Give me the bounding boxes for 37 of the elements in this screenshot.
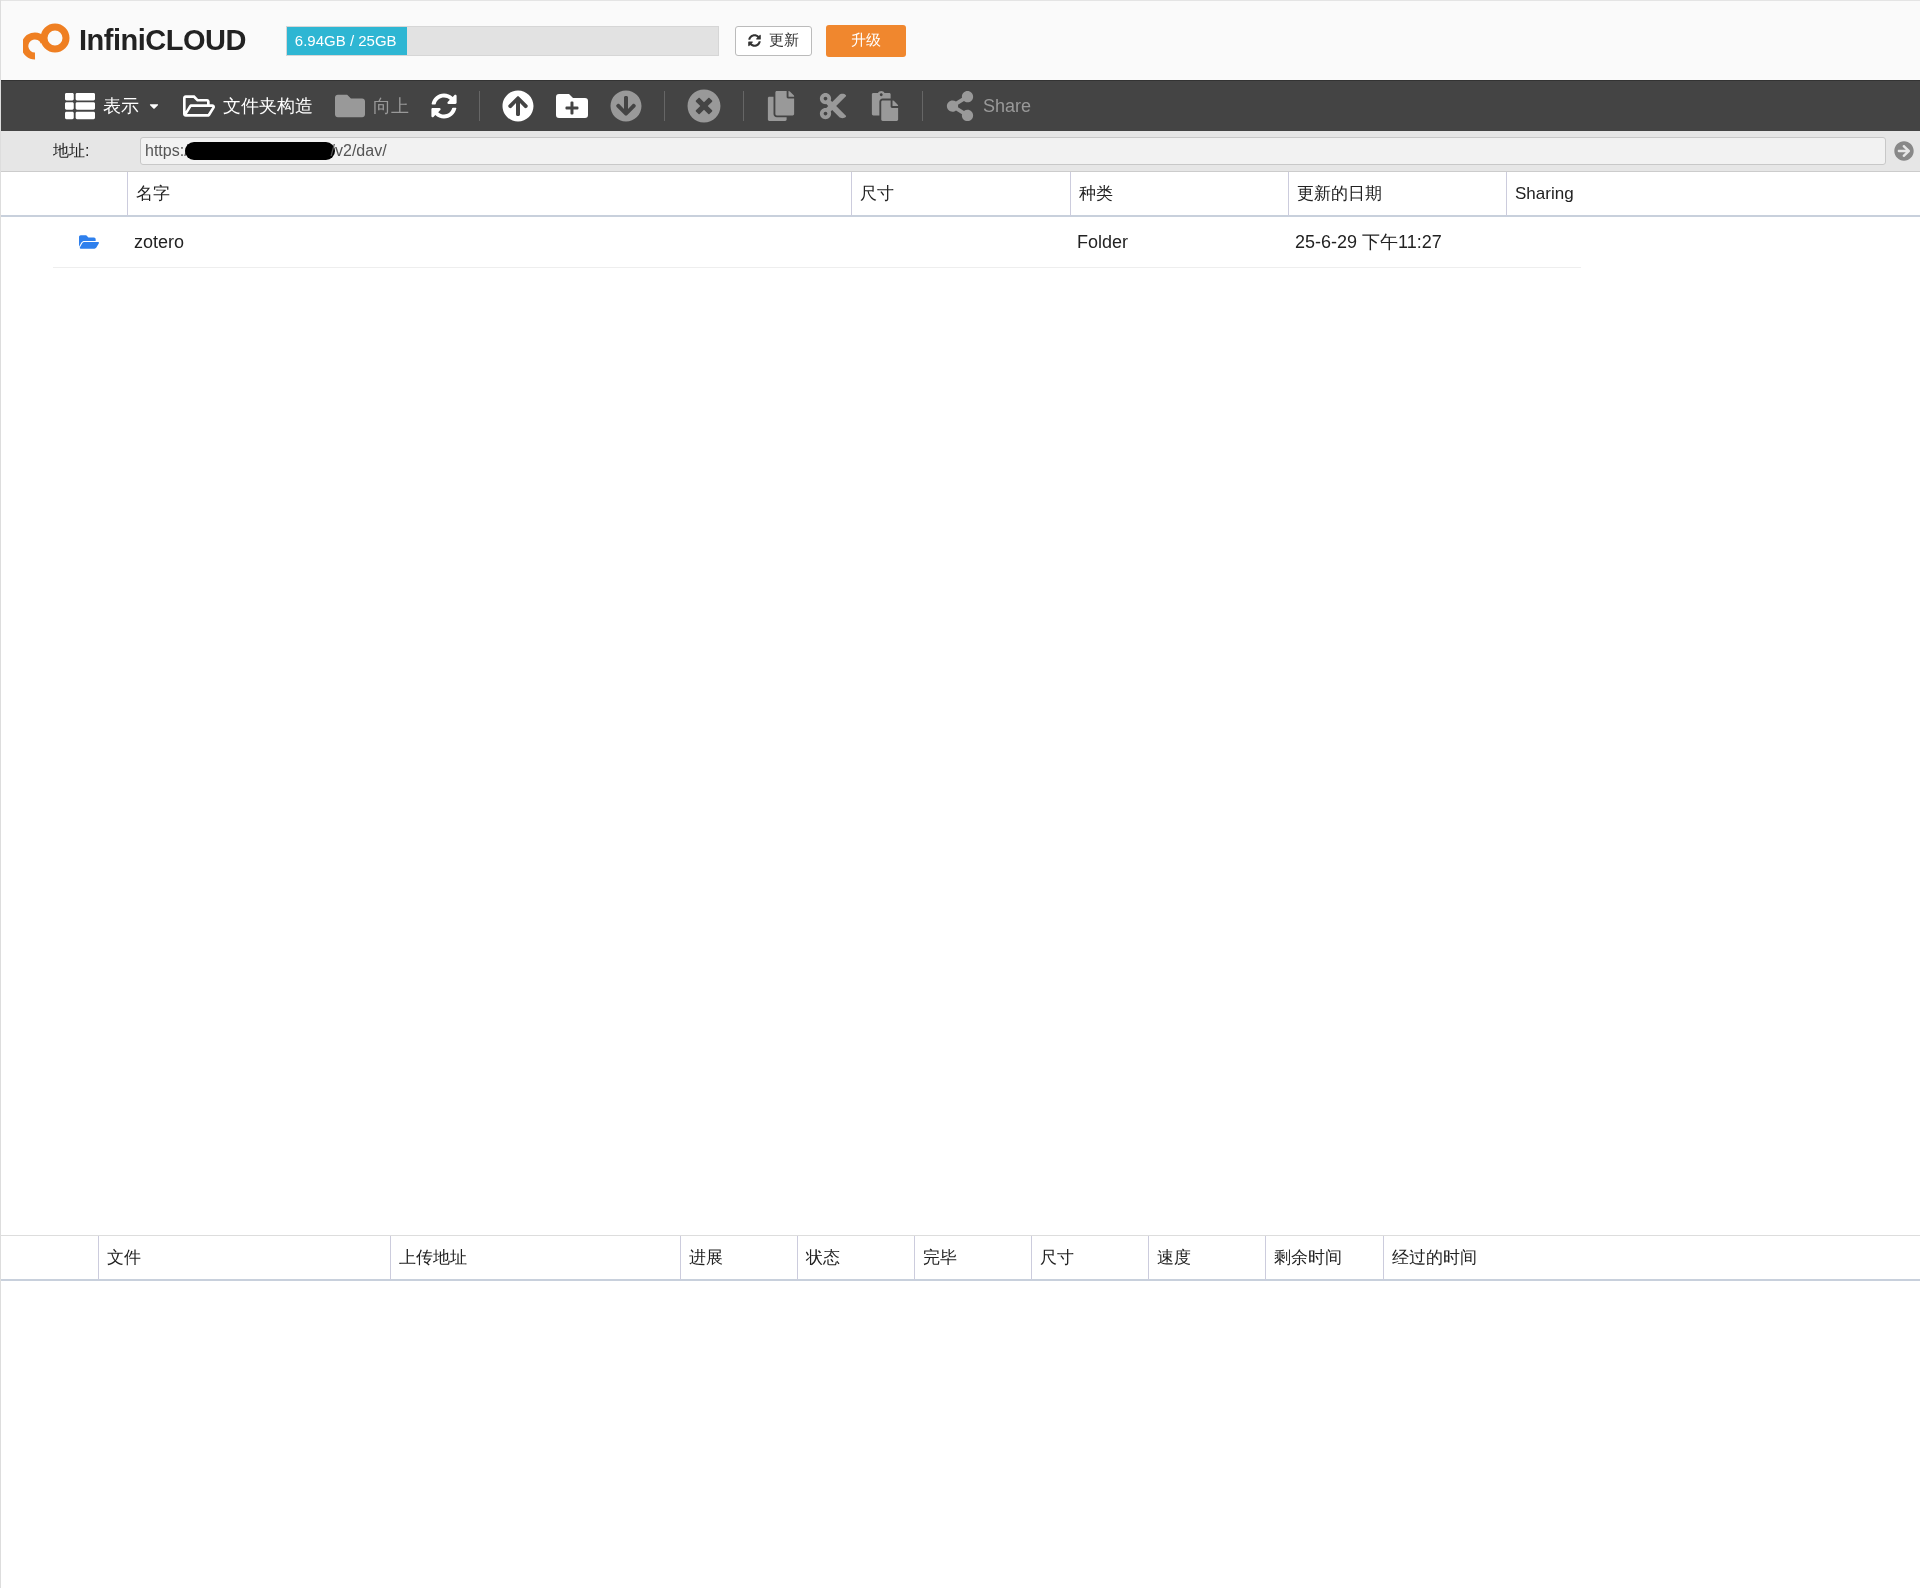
refresh-icon <box>431 93 457 119</box>
column-header[interactable]: Sharing <box>1506 172 1587 217</box>
column-header[interactable]: 上传地址 <box>390 1236 680 1281</box>
download-icon <box>610 90 642 122</box>
file-name[interactable]: zotero <box>128 231 852 253</box>
column-header[interactable]: 文件 <box>98 1236 390 1281</box>
refresh-button[interactable] <box>431 93 457 119</box>
column-header[interactable]: 名字 <box>127 172 851 217</box>
share-icon <box>945 91 975 121</box>
storage-text: 6.94GB / 25GB <box>294 31 397 49</box>
go-icon[interactable] <box>1894 141 1914 161</box>
upload-button[interactable] <box>502 90 534 122</box>
file-type: Folder <box>1076 231 1130 253</box>
clipboard-icon <box>870 91 900 121</box>
upload-icon <box>502 90 534 122</box>
address-label: 地址: <box>53 140 91 161</box>
column-header[interactable]: 种类 <box>1070 172 1288 217</box>
scissors-icon <box>818 91 848 121</box>
column-header[interactable]: 经过的时间 <box>1383 1236 1528 1281</box>
column-header[interactable]: 尺寸 <box>851 172 1070 217</box>
delete-icon <box>687 89 721 123</box>
view-button[interactable]: 表示 <box>65 91 161 121</box>
column-header[interactable]: 进展 <box>680 1236 797 1281</box>
refresh-icon <box>747 34 761 47</box>
column-header[interactable]: 速度 <box>1148 1236 1265 1281</box>
folder-icon <box>79 232 99 252</box>
folders-button[interactable]: 文件夹构造 <box>183 90 313 122</box>
logo-text: InfiniCLOUD <box>79 24 246 57</box>
column-header[interactable]: 更新的日期 <box>1288 172 1506 217</box>
column-header[interactable]: 剩余时间 <box>1265 1236 1383 1281</box>
column-header[interactable]: 尺寸 <box>1031 1236 1148 1281</box>
refresh-button[interactable]: 更新 <box>734 25 812 56</box>
list-icon <box>65 91 95 121</box>
file-date: 25-6-29 下午11:27 <box>1294 231 1443 254</box>
column-header[interactable]: 状态 <box>797 1236 914 1281</box>
column-header[interactable]: 完毕 <box>914 1236 1031 1281</box>
copy-icon <box>766 91 796 121</box>
